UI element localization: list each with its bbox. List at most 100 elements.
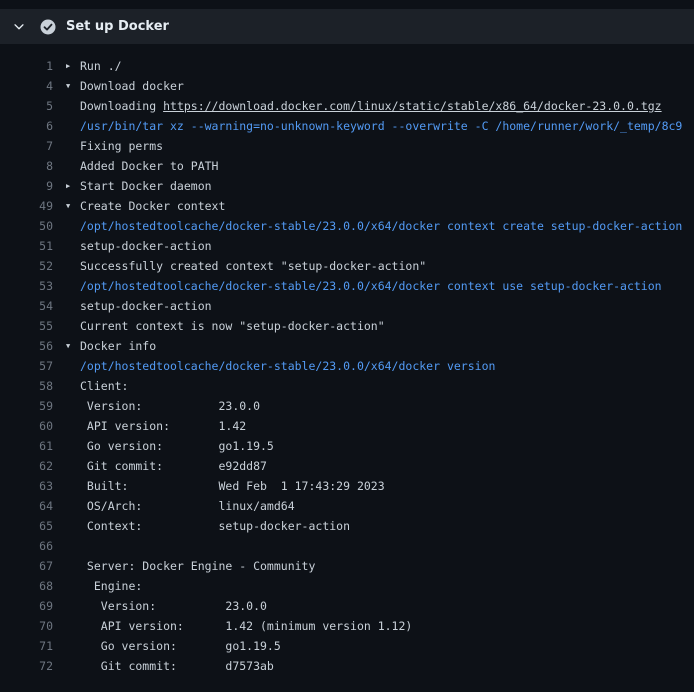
log-text: Create Docker context [80,199,225,213]
line-number[interactable]: 59 [0,396,53,416]
log-group-row[interactable]: 9 ▶Start Docker daemon [0,176,694,196]
line-number[interactable]: 49 [0,196,53,216]
line-number[interactable]: 71 [0,636,53,656]
line-content: Git commit: e92dd87 [66,456,267,476]
log-row: 62 Git commit: e92dd87 [0,456,694,476]
log-text: Downloading [80,99,163,113]
line-number[interactable]: 50 [0,216,53,236]
line-content: ▼Create Docker context [66,196,225,216]
triangle-down-icon[interactable]: ▼ [66,196,80,216]
log-row: 71 Go version: go1.19.5 [0,636,694,656]
chevron-down-icon[interactable] [12,19,30,35]
triangle-down-icon[interactable]: ▼ [66,76,80,96]
log-group-row[interactable]: 1 ▶Run ./ [0,56,694,76]
log-row: 52 Successfully created context "setup-do… [0,256,694,276]
line-content: setup-docker-action [66,296,212,316]
line-content: Successfully created context "setup-dock… [66,256,426,276]
line-content: Server: Docker Engine - Community [66,556,315,576]
line-number[interactable]: 5 [0,96,53,116]
log-text: Built: Wed Feb 1 17:43:29 2023 [80,479,385,493]
line-number[interactable]: 9 [0,176,53,196]
line-content: Downloading https://download.docker.com/… [66,96,662,116]
log-row: 60 API version: 1.42 [0,416,694,436]
line-number[interactable]: 70 [0,616,53,636]
log-text: Git commit: d7573ab [80,659,274,673]
log-row: 54 setup-docker-action [0,296,694,316]
log-text: setup-docker-action [80,299,212,313]
log-text: Added Docker to PATH [80,159,218,173]
log-row: 51 setup-docker-action [0,236,694,256]
log-row: 61 Go version: go1.19.5 [0,436,694,456]
line-number[interactable]: 51 [0,236,53,256]
log-lines: 1▶Run ./4▼Download docker5Downloading ht… [0,56,694,676]
log-group-row[interactable]: 49 ▼Create Docker context [0,196,694,216]
line-number[interactable]: 64 [0,496,53,516]
log-text: Download docker [80,79,184,93]
line-number[interactable]: 55 [0,316,53,336]
line-content: Go version: go1.19.5 [66,436,274,456]
line-number[interactable]: 67 [0,556,53,576]
step-header[interactable]: Set up Docker [0,9,694,44]
log-row: 70 API version: 1.42 (minimum version 1.… [0,616,694,636]
log-container: 1▶Run ./4▼Download docker5Downloading ht… [0,44,694,676]
line-content: /opt/hostedtoolcache/docker-stable/23.0.… [66,276,662,296]
log-text: setup-docker-action [80,239,212,253]
line-content: /opt/hostedtoolcache/docker-stable/23.0.… [66,356,495,376]
log-text: Fixing perms [80,139,163,153]
line-number[interactable]: 57 [0,356,53,376]
line-number[interactable]: 1 [0,56,53,76]
line-number[interactable]: 56 [0,336,53,356]
log-text: Context: setup-docker-action [80,519,350,533]
log-row: 67 Server: Docker Engine - Community [0,556,694,576]
line-number[interactable]: 65 [0,516,53,536]
line-number[interactable]: 68 [0,576,53,596]
triangle-right-icon[interactable]: ▶ [66,56,80,76]
line-number[interactable]: 54 [0,296,53,316]
log-text: API version: 1.42 (minimum version 1.12) [80,619,412,633]
line-number[interactable]: 72 [0,656,53,676]
triangle-right-icon[interactable]: ▶ [66,176,80,196]
line-number[interactable]: 52 [0,256,53,276]
log-text: Go version: go1.19.5 [80,639,281,653]
log-text: Version: 23.0.0 [80,599,267,613]
line-number[interactable]: 58 [0,376,53,396]
log-row: 57/opt/hostedtoolcache/docker-stable/23.… [0,356,694,376]
line-number[interactable]: 8 [0,156,53,176]
line-content: Client: [66,376,128,396]
line-content: Git commit: d7573ab [66,656,274,676]
log-text: Git commit: e92dd87 [80,459,267,473]
line-number[interactable]: 61 [0,436,53,456]
line-number[interactable]: 7 [0,136,53,156]
triangle-down-icon[interactable]: ▼ [66,336,80,356]
line-number[interactable]: 63 [0,476,53,496]
log-text: Run ./ [80,59,122,73]
success-check-icon [40,19,56,35]
line-number[interactable]: 62 [0,456,53,476]
log-link[interactable]: https://download.docker.com/linux/static… [163,99,662,113]
line-content: /usr/bin/tar xz --warning=no-unknown-key… [66,116,682,136]
log-text: Go version: go1.19.5 [80,439,274,453]
log-group-row[interactable]: 56▼Docker info [0,336,694,356]
line-number[interactable]: 4 [0,76,53,96]
log-text: Current context is now "setup-docker-act… [80,319,385,333]
line-content: ▶Run ./ [66,56,122,76]
log-text: Server: Docker Engine - Community [80,559,315,573]
log-group-row[interactable]: 4 ▼Download docker [0,76,694,96]
line-content: Context: setup-docker-action [66,516,350,536]
log-text: /opt/hostedtoolcache/docker-stable/23.0.… [80,359,495,373]
line-content: Engine: [66,576,142,596]
line-content: ▶Start Docker daemon [66,176,212,196]
line-number[interactable]: 6 [0,116,53,136]
log-row: 59 Version: 23.0.0 [0,396,694,416]
line-number[interactable]: 60 [0,416,53,436]
line-number[interactable]: 69 [0,596,53,616]
line-content: Built: Wed Feb 1 17:43:29 2023 [66,476,385,496]
line-content: API version: 1.42 (minimum version 1.12) [66,616,412,636]
log-text: OS/Arch: linux/amd64 [80,499,295,513]
line-number[interactable]: 66 [0,536,53,556]
log-row: 72 Git commit: d7573ab [0,656,694,676]
log-row: 68 Engine: [0,576,694,596]
log-text: API version: 1.42 [80,419,246,433]
line-number[interactable]: 53 [0,276,53,296]
log-row: 50/opt/hostedtoolcache/docker-stable/23.… [0,216,694,236]
